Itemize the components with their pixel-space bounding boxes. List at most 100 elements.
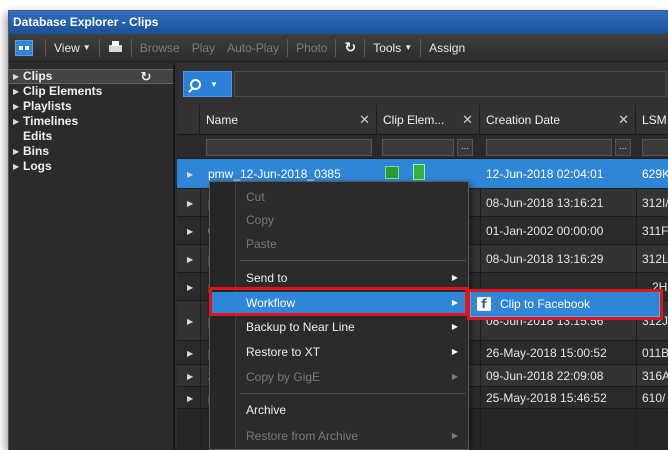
layout-grid-icon [15, 39, 33, 56]
name-filter-input[interactable] [206, 139, 372, 156]
search-button[interactable]: ▼ [183, 71, 232, 97]
navigation-sidebar: ▶ Clips ↻ ▶ Clip Elements ▶ Playlists ▶ … [9, 63, 175, 450]
search-dropdown-icon: ▼ [210, 79, 218, 89]
view-menu-button[interactable]: View ▼ [48, 34, 97, 62]
sidebar-item-logs[interactable]: ▶ Logs [9, 159, 173, 174]
menu-item-copy[interactable]: Copy [211, 209, 468, 231]
view-label: View [54, 40, 80, 55]
expand-icon[interactable]: ▶ [13, 144, 23, 159]
menu-item-restore-from-archive[interactable]: Restore from Archive ▶ [211, 425, 468, 447]
file-icon [413, 164, 425, 180]
play-button[interactable]: Play [186, 34, 221, 62]
sidebar-item-edits[interactable]: Edits [9, 129, 173, 144]
close-icon[interactable]: ✕ [359, 105, 370, 135]
tools-menu-button[interactable]: Tools ▼ [367, 34, 418, 62]
menu-item-restore-xt[interactable]: Restore to XT ▶ [211, 341, 468, 363]
toolbar-divider [364, 38, 366, 57]
toolbar-divider [287, 38, 289, 57]
sidebar-item-clips[interactable]: ▶ Clips ↻ [9, 69, 173, 84]
row-expand-icon[interactable]: ▶ [187, 349, 193, 358]
cell-lsm: 311F/ [642, 224, 668, 238]
column-header-name[interactable]: Name ✕ [200, 105, 377, 135]
menu-item-copy-by-gige[interactable]: Copy by GigE ▶ [211, 366, 468, 388]
creation-date-filter-input[interactable] [486, 139, 612, 156]
search-input[interactable] [234, 71, 667, 97]
cell-lsm: 312I/ [642, 196, 668, 210]
cell-creation-date: 01-Jan-2002 00:00:00 [486, 224, 604, 238]
browse-button[interactable]: Browse [134, 34, 186, 62]
print-button[interactable] [102, 34, 129, 62]
row-expand-icon[interactable]: ▶ [187, 394, 193, 403]
sidebar-item-label: Timelines [23, 114, 79, 128]
lsm-filter-input[interactable] [642, 139, 668, 156]
cell-lsm: 011B/ [642, 346, 668, 360]
sidebar-item-label: Clips [23, 69, 53, 83]
window-title: Database Explorer - Clips [9, 11, 668, 34]
menu-item-cut[interactable]: Cut [211, 186, 468, 208]
row-expand-icon[interactable]: ▶ [187, 199, 193, 208]
column-header-lsm[interactable]: LSM I [636, 105, 668, 135]
sidebar-item-playlists[interactable]: ▶ Playlists [9, 99, 173, 114]
expand-icon[interactable]: ▶ [13, 114, 23, 129]
row-expand-icon[interactable]: ▶ [187, 283, 193, 292]
refresh-icon: ↻ [344, 39, 357, 55]
clip-elements-filter-button[interactable]: ... [457, 139, 473, 156]
menu-separator [240, 260, 466, 261]
submenu-arrow-icon: ▶ [451, 431, 458, 440]
creation-date-filter-button[interactable]: ... [615, 139, 631, 156]
tools-dropdown-icon: ▼ [404, 43, 413, 52]
table-header: Name ✕ Clip Elem... ✕ Creation Date ✕ LS… [177, 105, 668, 135]
search-icon [190, 78, 201, 90]
assign-button[interactable]: Assign [423, 34, 471, 62]
row-expand-icon[interactable]: ▶ [187, 372, 193, 381]
refresh-icon[interactable]: ↻ [139, 69, 153, 84]
sidebar-item-timelines[interactable]: ▶ Timelines [9, 114, 173, 129]
refresh-button[interactable]: ↻ [338, 34, 362, 62]
toolbar-divider [420, 38, 422, 57]
row-expand-icon[interactable]: ▶ [187, 317, 193, 326]
toolbar-divider [45, 38, 46, 57]
sidebar-item-clip-elements[interactable]: ▶ Clip Elements [9, 84, 173, 99]
filter-row: ... ... [177, 135, 668, 159]
sidebar-item-label: Logs [23, 159, 52, 173]
menu-item-archive[interactable]: Archive [211, 399, 468, 421]
column-header-clip-elements[interactable]: Clip Elem... ✕ [377, 105, 480, 135]
submenu-arrow-icon: ▶ [451, 322, 458, 331]
expand-icon[interactable]: ▶ [13, 159, 23, 174]
column-divider [200, 189, 201, 450]
workflow-highlight-box [209, 287, 468, 316]
print-icon [108, 41, 123, 54]
photo-button[interactable]: Photo [290, 34, 333, 62]
cell-lsm: 312L/ [642, 252, 668, 266]
sidebar-item-label: Bins [23, 144, 50, 158]
cell-creation-date: 08-Jun-2018 13:16:29 [486, 252, 604, 266]
cell-creation-date: 09-Jun-2018 22:09:08 [486, 369, 604, 383]
menu-item-paste[interactable]: Paste [211, 233, 468, 255]
layout-button[interactable] [9, 34, 43, 62]
expand-icon[interactable]: ▶ [13, 99, 23, 114]
menu-item-backup-near-line[interactable]: Backup to Near Line ▶ [211, 316, 468, 338]
expand-icon[interactable]: ▶ [13, 84, 23, 99]
column-header-creation-date[interactable]: Creation Date ✕ [480, 105, 636, 135]
row-expand-icon[interactable]: ▶ [187, 255, 193, 264]
cell-creation-date: 26-May-2018 15:00:52 [486, 346, 607, 360]
search-bar: ▼ [177, 63, 668, 105]
clip-elements-filter-input[interactable] [382, 139, 454, 156]
menu-item-send-to[interactable]: Send to ▶ [211, 267, 468, 289]
cell-lsm: 610/ [642, 391, 666, 405]
row-expand-icon[interactable]: ▶ [187, 170, 193, 179]
facebook-highlight-box [467, 289, 663, 320]
submenu-arrow-icon: ▶ [451, 347, 458, 356]
autoplay-button[interactable]: Auto-Play [221, 34, 285, 62]
close-icon[interactable]: ✕ [462, 105, 473, 135]
menu-separator [240, 393, 466, 394]
submenu-arrow-icon: ▶ [451, 273, 458, 282]
row-expand-icon[interactable]: ▶ [187, 227, 193, 236]
close-icon[interactable]: ✕ [618, 105, 629, 135]
toolbar-divider [98, 38, 100, 57]
expand-icon[interactable]: ▶ [13, 69, 23, 84]
tools-label: Tools [373, 40, 402, 55]
toolbar: View ▼ Browse Play Auto-Play Photo ↻ Tool… [9, 34, 668, 62]
cell-name: pmw_12-Jun-2018_0385 [208, 167, 341, 181]
sidebar-item-bins[interactable]: ▶ Bins [9, 144, 173, 159]
